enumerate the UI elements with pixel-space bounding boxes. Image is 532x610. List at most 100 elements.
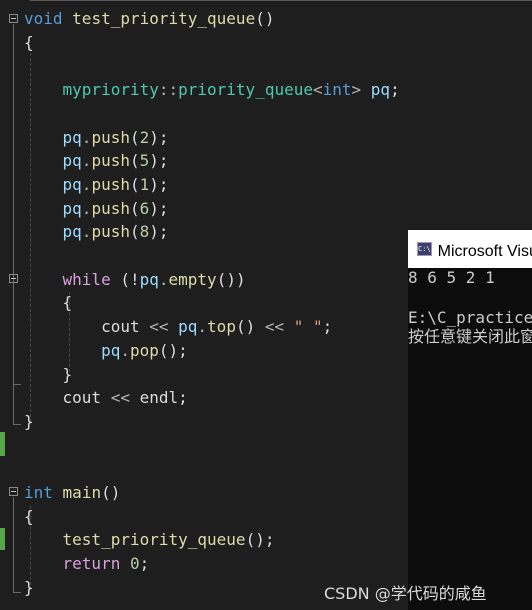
code-line: { [24,32,34,54]
console-title: Microsoft Visual Studio 调试控制台 [437,243,532,260]
code-token: ); [149,198,169,218]
code-line: pq.push(1); [24,174,169,196]
code-token: . [81,198,92,218]
code-token: 1 [139,174,150,194]
code-line: { [24,292,73,314]
code-token: pq [62,127,82,147]
code-token: pq [62,198,82,218]
code-line: pq.push(5); [24,150,169,172]
console-app-icon: C:\ [417,242,432,256]
code-token: int [322,80,352,100]
code-token: 2 [139,127,150,147]
code-token: () [235,317,265,337]
fold-collapse-icon[interactable] [9,487,18,496]
code-token: } [24,577,34,597]
code-token: top [207,317,236,337]
code-line: } [24,411,34,433]
code-token: push [91,198,130,218]
code-token: " " [293,317,323,337]
code-token: ( [129,198,140,218]
code-token: { [24,293,73,313]
fold-guide-end [13,384,21,385]
console-prompt-line: 按任意键关闭此窗口... [408,327,532,346]
code-token: pq [62,222,82,242]
code-token: > [351,80,371,100]
code-token: push [91,127,130,147]
code-line: { [24,506,34,528]
code-token: . [81,127,92,147]
code-token: 8 [139,222,150,242]
code-token: void [24,9,63,28]
console-title-bar[interactable]: C:\ Microsoft Visual Studio 调试控制台 [408,230,532,268]
code-token: . [197,317,208,337]
editor-gutter [0,0,24,610]
code-line: cout << pq.top() << " "; [24,316,332,338]
fold-collapse-icon[interactable] [9,14,18,23]
code-token: (); [158,340,188,360]
code-token: 5 [139,151,150,171]
code-token: pq [101,340,121,360]
code-token: main [62,483,102,502]
code-token: pq [62,174,82,194]
code-token: ; [390,80,400,100]
code-line: pq.push(8); [24,221,169,243]
fold-guide-end [13,424,21,425]
code-token: ( [129,222,140,242]
code-token: . [158,269,169,289]
code-token: cout [24,317,150,337]
fold-collapse-icon[interactable] [9,274,18,283]
code-token: ); [149,151,169,171]
code-token: empty [168,269,217,289]
code-token: cout [24,388,111,408]
code-token: ); [149,222,169,242]
code-token: push [91,222,130,242]
code-token: push [91,174,130,194]
editor-top-border [30,0,532,6]
code-line: return 0; [24,553,150,575]
code-token: } [24,411,34,431]
code-token: :: [158,80,179,100]
code-line: mypriority::priority_queue<int> pq; [24,79,400,101]
code-token: priority_queue [178,80,313,100]
code-line: pq.push(2); [24,127,169,149]
code-token: << [264,317,285,337]
code-token: 6 [139,198,150,218]
code-token: 0 [129,554,140,574]
code-line: while (!pq.empty()) [24,269,246,291]
debug-console-window[interactable]: C:\ Microsoft Visual Studio 调试控制台 8 6 5 … [408,230,532,610]
code-line: test_priority_queue(); [24,529,275,551]
code-line: int main() [24,482,120,504]
code-token: pq [139,269,159,289]
code-token: ); [149,174,169,194]
code-token: () [255,9,275,28]
code-token: int [24,483,53,502]
code-token: ; [322,317,333,337]
fold-guide-end [13,592,21,593]
change-marker [0,528,5,550]
console-path-line: E:\C_practice [408,308,532,327]
code-line: } [24,364,73,386]
code-token: < [312,80,323,100]
code-line: pq.push(6); [24,198,169,220]
console-output-line: 8 6 5 2 1 [408,268,495,287]
change-marker [0,432,5,456]
code-token: mypriority [62,80,159,100]
code-token: () [101,483,121,502]
code-token: test_priority_queue [72,9,256,28]
code-token: pq [370,80,391,100]
code-token: ); [149,127,169,147]
code-token: push [91,151,130,171]
code-token: return [62,554,121,574]
code-token: ; [139,554,150,574]
code-token: ( [129,127,140,147]
